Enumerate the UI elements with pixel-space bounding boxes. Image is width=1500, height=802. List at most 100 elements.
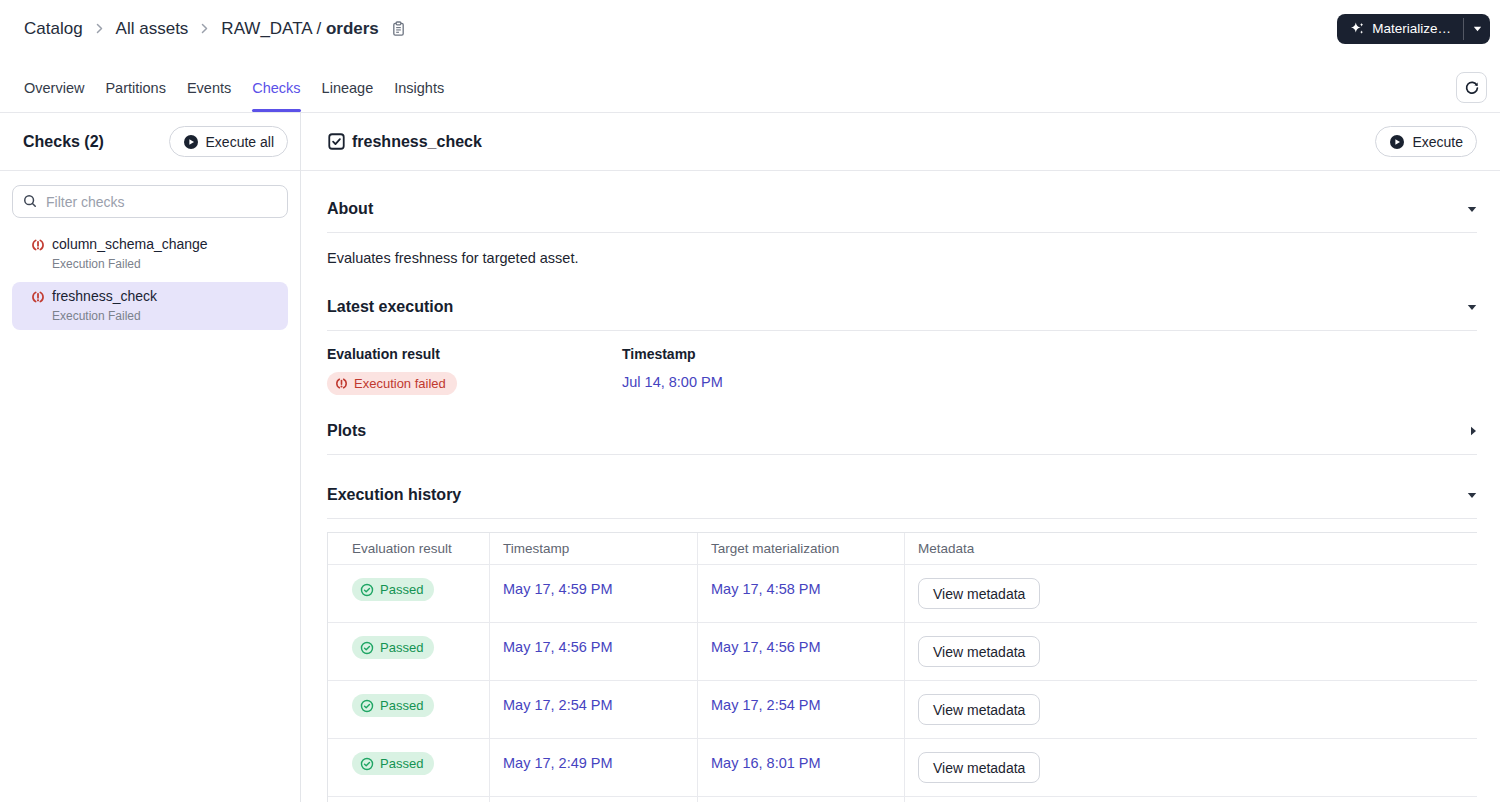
chevron-down-icon[interactable] xyxy=(1467,206,1477,213)
passed-label: Passed xyxy=(380,640,423,655)
chevron-right-icon[interactable] xyxy=(1470,426,1477,436)
latest-execution-title: Latest execution xyxy=(327,297,453,317)
caret-down-icon xyxy=(1473,26,1482,32)
checks-sidebar: Checks (2) Execute all column_schema_cha… xyxy=(0,113,301,802)
materialize-label: Materialize… xyxy=(1372,21,1451,36)
check-name: freshness_check xyxy=(52,288,157,305)
plots-section-header: Plots xyxy=(327,421,1477,441)
about-title: About xyxy=(327,199,373,219)
breadcrumb-asset[interactable]: RAW_DATA / orders xyxy=(221,19,378,39)
filter-checks-input[interactable] xyxy=(12,185,288,218)
table-row: Passed May 17, 2:49 PM May 16, 8:01 PM V… xyxy=(328,739,1477,797)
passed-label: Passed xyxy=(380,698,423,713)
target-materialization-link[interactable]: May 17, 4:58 PM xyxy=(711,581,821,597)
check-circle-icon xyxy=(360,641,374,655)
passed-badge: Passed xyxy=(352,752,434,775)
refresh-button[interactable] xyxy=(1456,72,1487,103)
table-row-partial xyxy=(328,797,1477,802)
tab-lineage[interactable]: Lineage xyxy=(322,63,374,112)
play-icon xyxy=(1389,134,1405,150)
check-status: Execution Failed xyxy=(52,257,208,271)
table-row: Passed May 17, 2:54 PM May 17, 2:54 PM V… xyxy=(328,681,1477,739)
execute-all-label: Execute all xyxy=(206,134,274,150)
divider xyxy=(327,330,1477,331)
breadcrumb-asset-name: orders xyxy=(326,19,379,38)
execution-failed-badge: Execution failed xyxy=(327,372,457,395)
column-header-timestamp: Timestamp xyxy=(490,533,698,564)
latest-execution-section-header: Latest execution xyxy=(327,297,1477,317)
execution-history-title: Execution history xyxy=(327,485,461,505)
target-materialization-link[interactable]: May 16, 8:01 PM xyxy=(711,755,821,771)
divider xyxy=(327,454,1477,455)
check-circle-icon xyxy=(360,583,374,597)
divider xyxy=(327,232,1477,233)
tab-events[interactable]: Events xyxy=(187,63,231,112)
execution-failed-icon xyxy=(31,290,45,323)
check-detail-panel: freshness_check Execute About Evaluates … xyxy=(301,113,1500,802)
execution-history-section-header: Execution history xyxy=(327,485,1477,505)
play-icon xyxy=(183,134,199,150)
view-metadata-button[interactable]: View metadata xyxy=(918,578,1040,609)
execution-failed-icon xyxy=(31,238,45,271)
passed-label: Passed xyxy=(380,582,423,597)
passed-badge: Passed xyxy=(352,636,434,659)
column-header-metadata: Metadata xyxy=(905,533,1477,564)
tab-insights[interactable]: Insights xyxy=(394,63,444,112)
breadcrumb: Catalog All assets RAW_DATA / orders xyxy=(24,19,406,39)
refresh-icon xyxy=(1464,80,1480,96)
view-metadata-button[interactable]: View metadata xyxy=(918,636,1040,667)
target-materialization-link[interactable]: May 17, 4:56 PM xyxy=(711,639,821,655)
execution-history-table: Evaluation result Timestamp Target mater… xyxy=(327,532,1477,802)
breadcrumb-asset-group: RAW_DATA / xyxy=(221,19,321,38)
plots-title: Plots xyxy=(327,421,366,441)
top-bar: Catalog All assets RAW_DATA / orders Mat… xyxy=(0,0,1500,57)
timestamp-link[interactable]: May 17, 2:54 PM xyxy=(503,697,613,713)
timestamp-link[interactable]: May 17, 4:56 PM xyxy=(503,639,613,655)
execute-button[interactable]: Execute xyxy=(1375,126,1477,157)
tab-partitions[interactable]: Partitions xyxy=(105,63,165,112)
chevron-down-icon[interactable] xyxy=(1467,492,1477,499)
copy-clipboard-icon[interactable] xyxy=(391,21,406,37)
table-header-row: Evaluation result Timestamp Target mater… xyxy=(328,533,1477,565)
evaluation-result-label: Evaluation result xyxy=(327,346,622,362)
materialize-dropdown-button[interactable] xyxy=(1464,14,1490,44)
timestamp-link[interactable]: May 17, 2:49 PM xyxy=(503,755,613,771)
tab-bar: Overview Partitions Events Checks Lineag… xyxy=(0,57,1500,113)
materialize-button[interactable]: Materialize… xyxy=(1337,14,1463,44)
execute-all-button[interactable]: Execute all xyxy=(169,126,288,157)
tab-checks[interactable]: Checks xyxy=(252,63,300,112)
timestamp-link[interactable]: May 17, 4:59 PM xyxy=(503,581,613,597)
chevron-down-icon[interactable] xyxy=(1467,304,1477,311)
search-icon xyxy=(23,194,37,212)
timestamp-label: Timestamp xyxy=(622,346,723,362)
check-circle-icon xyxy=(360,757,374,771)
check-list-item-selected[interactable]: freshness_check Execution Failed xyxy=(12,282,288,330)
table-row: Passed May 17, 4:56 PM May 17, 4:56 PM V… xyxy=(328,623,1477,681)
latest-timestamp-link[interactable]: Jul 14, 8:00 PM xyxy=(622,374,723,390)
view-metadata-button[interactable]: View metadata xyxy=(918,694,1040,725)
execute-label: Execute xyxy=(1412,134,1463,150)
passed-label: Passed xyxy=(380,756,423,771)
breadcrumb-all-assets[interactable]: All assets xyxy=(116,19,189,39)
column-header-evaluation-result: Evaluation result xyxy=(328,533,490,564)
breadcrumb-catalog[interactable]: Catalog xyxy=(24,19,83,39)
tab-overview[interactable]: Overview xyxy=(24,63,84,112)
check-status: Execution Failed xyxy=(52,309,157,323)
passed-badge: Passed xyxy=(352,694,434,717)
check-name: column_schema_change xyxy=(52,236,208,253)
about-description: Evaluates freshness for targeted asset. xyxy=(327,249,1477,267)
passed-badge: Passed xyxy=(352,578,434,601)
check-circle-icon xyxy=(360,699,374,713)
execution-failed-label: Execution failed xyxy=(354,376,446,391)
table-row: Passed May 17, 4:59 PM May 17, 4:58 PM V… xyxy=(328,565,1477,623)
chevron-right-icon xyxy=(93,22,106,35)
checks-count-title: Checks (2) xyxy=(23,133,104,151)
target-materialization-link[interactable]: May 17, 2:54 PM xyxy=(711,697,821,713)
about-section-header: About xyxy=(327,199,1477,219)
check-list-item[interactable]: column_schema_change Execution Failed xyxy=(12,230,288,278)
column-header-target-materialization: Target materialization xyxy=(698,533,905,564)
divider xyxy=(327,518,1477,519)
execution-failed-icon xyxy=(335,377,348,390)
view-metadata-button[interactable]: View metadata xyxy=(918,752,1040,783)
sparkle-icon xyxy=(1349,21,1365,37)
